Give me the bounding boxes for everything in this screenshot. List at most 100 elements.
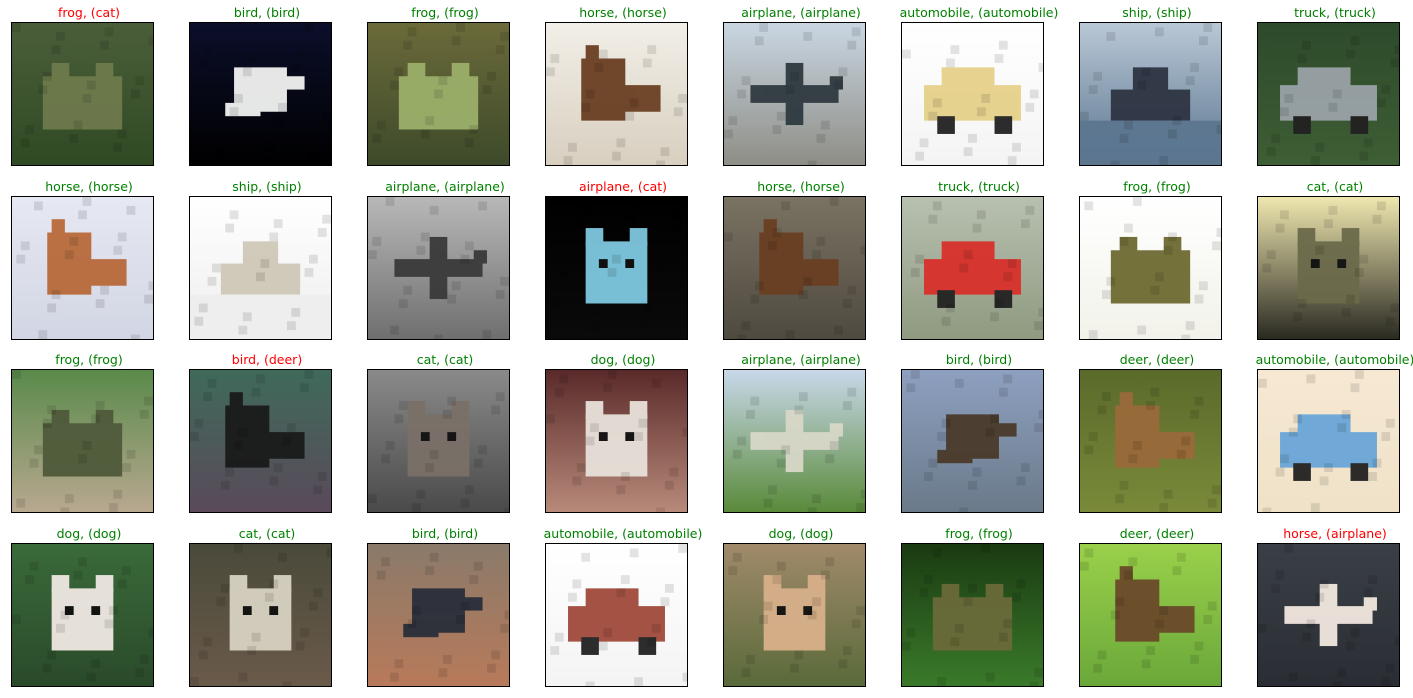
truck-photo [902, 197, 1043, 339]
thumbnail-image [1079, 543, 1222, 687]
dog-photo [724, 544, 865, 686]
thumbnail-image [189, 22, 332, 166]
thumbnail-image [723, 543, 866, 687]
panel-title: bird, (deer) [231, 352, 303, 367]
panel-title: frog, (frog) [411, 5, 479, 20]
thumbnail-image [11, 22, 154, 166]
panel-title: airplane, (airplane) [741, 5, 861, 20]
automobile-photo [1258, 370, 1399, 512]
image-panel: horse, (horse) [712, 174, 890, 346]
image-panel: deer, (deer) [1068, 347, 1246, 519]
frog-photo [12, 370, 153, 512]
cat-photo [1258, 197, 1399, 339]
panel-title: dog, (dog) [590, 352, 656, 367]
panel-title: frog, (frog) [55, 352, 123, 367]
thumbnail-image [367, 22, 510, 166]
panel-title: ship, (ship) [1122, 5, 1192, 20]
airplane-photo [1258, 544, 1399, 686]
image-panel: cat, (cat) [178, 521, 356, 693]
deer-photo [190, 370, 331, 512]
panel-title: ship, (ship) [232, 179, 302, 194]
panel-title: frog, (frog) [1123, 179, 1191, 194]
image-panel: bird, (bird) [890, 347, 1068, 519]
image-panel: horse, (horse) [0, 174, 178, 346]
image-panel: frog, (frog) [890, 521, 1068, 693]
airplane-photo [724, 370, 865, 512]
horse-photo [546, 23, 687, 165]
panel-title: deer, (deer) [1119, 352, 1195, 367]
thumbnail-image [189, 543, 332, 687]
panel-title: cat, (cat) [1306, 179, 1364, 194]
image-panel: automobile, (automobile) [1246, 347, 1413, 519]
image-panel: ship, (ship) [178, 174, 356, 346]
thumbnail-image [901, 22, 1044, 166]
thumbnail-image [1257, 196, 1400, 340]
panel-title: bird, (bird) [411, 526, 479, 541]
panel-title: bird, (bird) [233, 5, 301, 20]
frog-photo [1080, 197, 1221, 339]
image-panel: deer, (deer) [1068, 521, 1246, 693]
image-panel: frog, (frog) [356, 0, 534, 172]
panel-title: horse, (horse) [579, 5, 667, 20]
image-panel: airplane, (airplane) [712, 0, 890, 172]
panel-title: automobile, (automobile) [543, 526, 703, 541]
image-panel: airplane, (airplane) [356, 174, 534, 346]
thumbnail-image [367, 196, 510, 340]
thumbnail-image [367, 369, 510, 513]
panel-title: horse, (horse) [757, 179, 845, 194]
frog-photo [902, 544, 1043, 686]
deer-photo [1080, 370, 1221, 512]
image-panel: horse, (horse) [534, 0, 712, 172]
thumbnail-image [901, 543, 1044, 687]
bird-photo [902, 370, 1043, 512]
image-panel: dog, (dog) [534, 347, 712, 519]
image-panel: frog, (frog) [0, 347, 178, 519]
thumbnail-image [367, 543, 510, 687]
image-panel: automobile, (automobile) [890, 0, 1068, 172]
image-panel: dog, (dog) [0, 521, 178, 693]
panel-title: cat, (cat) [416, 352, 474, 367]
image-panel: bird, (deer) [178, 347, 356, 519]
bird-photo [368, 544, 509, 686]
thumbnail-image [189, 369, 332, 513]
ship-photo [1080, 23, 1221, 165]
image-panel: frog, (cat) [0, 0, 178, 172]
automobile-photo [546, 544, 687, 686]
image-panel: dog, (dog) [712, 521, 890, 693]
image-panel: airplane, (cat) [534, 174, 712, 346]
thumbnail-image [901, 369, 1044, 513]
thumbnail-image [1257, 369, 1400, 513]
ship-photo [190, 197, 331, 339]
airplane-photo [368, 197, 509, 339]
thumbnail-image [1257, 543, 1400, 687]
thumbnail-image [1079, 22, 1222, 166]
image-panel: airplane, (airplane) [712, 347, 890, 519]
automobile-photo [902, 23, 1043, 165]
panel-title: horse, (horse) [45, 179, 133, 194]
thumbnail-image [901, 196, 1044, 340]
image-panel: frog, (frog) [1068, 174, 1246, 346]
panel-title: airplane, (cat) [578, 179, 668, 194]
truck-photo [1258, 23, 1399, 165]
thumbnail-image [545, 543, 688, 687]
dog-photo [546, 370, 687, 512]
panel-title: truck, (truck) [938, 179, 1020, 194]
thumbnail-image [1257, 22, 1400, 166]
thumbnail-image [11, 196, 154, 340]
dog-photo [12, 544, 153, 686]
thumbnail-image [11, 369, 154, 513]
airplane-photo [724, 23, 865, 165]
cat-photo [546, 197, 687, 339]
panel-title: bird, (bird) [945, 352, 1013, 367]
panel-title: airplane, (airplane) [385, 179, 505, 194]
frog-photo [12, 23, 153, 165]
panel-title: dog, (dog) [56, 526, 122, 541]
image-panel: ship, (ship) [1068, 0, 1246, 172]
image-panel: automobile, (automobile) [534, 521, 712, 693]
thumbnail-image [1079, 196, 1222, 340]
panel-title: automobile, (automobile) [899, 5, 1059, 20]
horse-photo [12, 197, 153, 339]
panel-title: truck, (truck) [1294, 5, 1376, 20]
image-panel: horse, (airplane) [1246, 521, 1413, 693]
image-panel: cat, (cat) [1246, 174, 1413, 346]
